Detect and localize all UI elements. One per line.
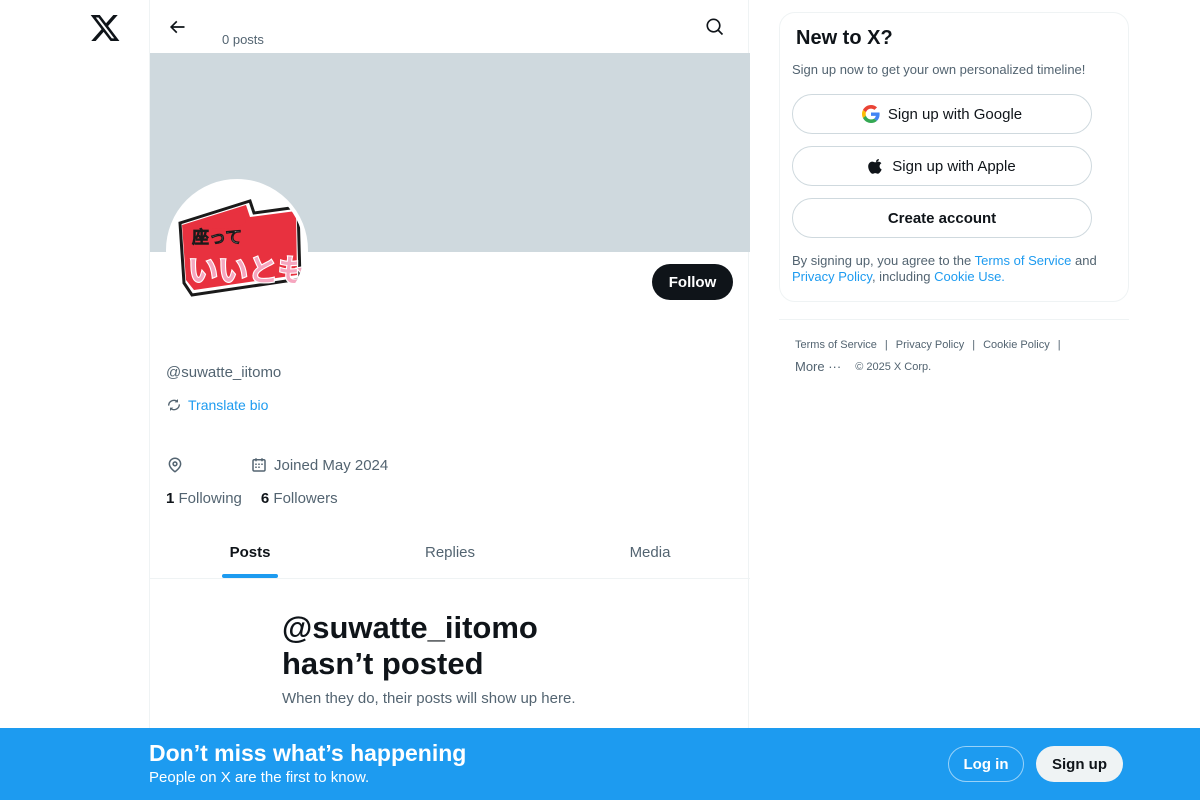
- x-logo-icon[interactable]: [89, 12, 121, 44]
- followers-link[interactable]: 6 Followers: [261, 490, 338, 507]
- signup-apple-button[interactable]: Sign up with Apple: [792, 146, 1092, 186]
- tab-media[interactable]: Media: [550, 526, 750, 578]
- translate-icon: [168, 399, 180, 411]
- profile-meta: Joined May 2024: [166, 456, 388, 474]
- joined-label: Joined May 2024: [274, 456, 389, 474]
- following-count: 1: [166, 490, 175, 507]
- avatar-text-main: いいとも: [188, 254, 304, 289]
- bottom-bar-title: Don’t miss what’s happening: [149, 740, 467, 766]
- page: 0 posts 座って いいとも Follow @suwatte_iitomo …: [0, 0, 1200, 800]
- signup-description: Sign up now to get your own personalized…: [792, 62, 1086, 77]
- terms-link[interactable]: Terms of Service: [975, 253, 1072, 268]
- posts-count: 0 posts: [222, 32, 264, 47]
- footer-more-button[interactable]: More ···: [795, 359, 841, 374]
- legal-including: , including: [871, 269, 935, 284]
- arrow-left-icon: [169, 20, 185, 34]
- signup-google-button[interactable]: Sign up with Google: [792, 94, 1092, 134]
- signup-legal: By signing up, you agree to the Terms of…: [792, 253, 1122, 285]
- following-link[interactable]: 1 Following: [166, 490, 242, 507]
- legal-prefix: By signing up, you agree to the: [792, 253, 975, 268]
- signup-apple-label: Sign up with Apple: [892, 157, 1016, 175]
- translate-bio-link[interactable]: Translate bio: [166, 397, 268, 413]
- footer-separator: |: [1057, 339, 1061, 351]
- footer-separator: |: [972, 339, 976, 351]
- following-label: Following: [178, 490, 242, 507]
- sidebar-divider: [779, 319, 1129, 320]
- translate-bio-label: Translate bio: [188, 397, 269, 413]
- profile-tabs: Posts Replies Media: [150, 526, 750, 579]
- bottom-signup-bar: Don’t miss what’s happening People on X …: [0, 728, 1200, 800]
- tab-posts[interactable]: Posts: [150, 526, 350, 578]
- profile-topbar: 0 posts: [150, 0, 750, 53]
- empty-title-line1: @suwatte_iitomo: [282, 610, 538, 645]
- empty-state-subtitle: When they do, their posts will show up h…: [282, 690, 576, 707]
- footer-separator: |: [884, 339, 888, 351]
- signup-title: New to X?: [796, 27, 893, 49]
- empty-title-line2: hasn’t posted: [282, 646, 484, 681]
- footer-copyright: © 2025 X Corp.: [855, 360, 932, 373]
- privacy-link[interactable]: Privacy Policy: [792, 269, 872, 284]
- location-pin-icon: [168, 457, 182, 473]
- calendar-icon: [252, 458, 266, 472]
- footer-cookie-link[interactable]: Cookie Policy: [983, 339, 1050, 351]
- empty-state: @suwatte_iitomo hasn’t posted When they …: [282, 610, 622, 707]
- cookie-use-link[interactable]: Cookie Use.: [934, 269, 1005, 284]
- profile-handle: @suwatte_iitomo: [166, 364, 282, 381]
- footer-links: Terms of Service | Privacy Policy | Cookie…: [795, 339, 1069, 374]
- footer-privacy-link[interactable]: Privacy Policy: [896, 339, 964, 351]
- google-icon: [861, 105, 880, 123]
- bottom-bar-subtitle: People on X are the first to know.: [149, 769, 370, 786]
- avatar[interactable]: 座って いいとも: [166, 179, 308, 321]
- create-account-button[interactable]: Create account: [792, 198, 1092, 238]
- tab-replies[interactable]: Replies: [350, 526, 550, 578]
- signup-google-label: Sign up with Google: [887, 105, 1023, 123]
- followers-label: Followers: [273, 490, 338, 507]
- apple-icon: [868, 158, 882, 174]
- legal-and: and: [1071, 253, 1097, 268]
- empty-state-title: @suwatte_iitomo hasn’t posted: [282, 610, 622, 682]
- footer-terms-link[interactable]: Terms of Service: [795, 339, 877, 351]
- follow-button[interactable]: Follow: [652, 264, 733, 300]
- location: [166, 456, 250, 474]
- back-button[interactable]: [164, 14, 190, 40]
- signup-button[interactable]: Sign up: [1036, 746, 1123, 782]
- avatar-text-top: 座って: [192, 227, 242, 248]
- signup-card: New to X? Sign up now to get your own pe…: [779, 12, 1129, 302]
- joined-date: Joined May 2024: [250, 456, 388, 474]
- search-button[interactable]: [702, 14, 728, 40]
- profile-column: 0 posts 座って いいとも Follow @suwatte_iitomo …: [149, 0, 750, 800]
- follow-stats: 1 Following 6 Followers: [166, 490, 338, 507]
- search-icon: [706, 18, 724, 36]
- login-button[interactable]: Log in: [948, 746, 1024, 782]
- followers-count: 6: [260, 490, 270, 507]
